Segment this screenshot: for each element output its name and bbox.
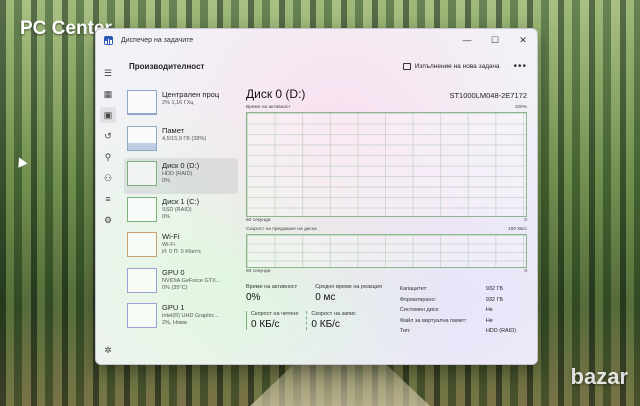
close-button[interactable]: ✕ xyxy=(509,29,537,51)
info-value: Не xyxy=(485,307,493,314)
info-key: Капацитет: xyxy=(399,286,428,293)
info-row: Системен диск: Не xyxy=(400,305,516,316)
run-task-icon xyxy=(402,62,411,70)
window-title: Диспечер на задачите xyxy=(121,36,194,44)
write-speed-box: Скорост на запис 0 КБ/с xyxy=(306,311,356,330)
sidebar-item-sub: Wi-Fi xyxy=(162,242,175,248)
cpu-thumbnail xyxy=(127,90,157,115)
sidebar-item-sub: 2% 1,16 ГХц xyxy=(162,100,194,106)
sidebar-item-sub: 4,5/15,9 ГБ (28%) xyxy=(162,135,207,142)
disk-title: Диск 0 (D:) xyxy=(246,87,306,101)
menu-icon[interactable]: ☰ xyxy=(100,65,116,81)
info-row: Капацитет: 932 ГБ xyxy=(400,284,516,295)
avg-response-stat-value: 0 мс xyxy=(315,292,336,303)
sidebar-item-gpu-0[interactable]: GPU 0 NVIDIA GeForce GTX... 0% (35°C) xyxy=(124,265,238,301)
run-task-label: Изпълнение на нова задача xyxy=(414,62,500,70)
read-speed-value: 0 КБ/с xyxy=(251,319,280,330)
task-manager-icon xyxy=(104,35,113,45)
more-options-button[interactable]: ••• xyxy=(513,61,527,72)
disk-detail-panel: Диск 0 (D:) ST1000LM048-2E7172 Време на … xyxy=(246,87,527,364)
info-value: 932 ГБ xyxy=(485,286,504,293)
sidebar-item-label: GPU 0 xyxy=(162,267,185,277)
wifi-thumbnail xyxy=(127,232,157,257)
disk-model: ST1000LM048-2E7172 xyxy=(449,91,527,100)
details-icon[interactable]: ≡ xyxy=(100,191,116,207)
run-new-task-button[interactable]: Изпълнение на нова задача xyxy=(402,62,500,70)
sidebar-item-label: Диск 1 (C:) xyxy=(162,196,200,206)
settings-icon[interactable]: ✲ xyxy=(100,342,116,358)
sidebar-item-sub: HDD (RAID) xyxy=(162,171,193,177)
maximize-button[interactable]: ☐ xyxy=(481,29,509,51)
gpu-1-thumbnail xyxy=(127,303,157,328)
sidebar-item-cpu[interactable]: Централен проц 2% 1,16 ГХц xyxy=(124,87,238,123)
startup-icon[interactable]: ⚲ xyxy=(100,149,116,165)
sidebar-item-label: Централен проц xyxy=(162,90,220,99)
sidebar-item-sub2: 0% (35°C) xyxy=(162,284,188,291)
active-time-stat-value: 0% xyxy=(246,292,261,303)
info-key: Тип: xyxy=(399,328,411,335)
sidebar-item-sub: SSD (RAID) xyxy=(162,206,192,213)
page-header: Производителност Изпълнение на нова зада… xyxy=(120,51,537,81)
sidebar-item-label: Диск 0 (D:) xyxy=(162,161,200,170)
info-value: Не xyxy=(485,317,493,324)
info-row: Файл за виртуална памет: Не xyxy=(400,316,516,327)
write-speed-value: 0 КБ/с xyxy=(311,319,340,330)
active-time-stat-label: Време на активност xyxy=(246,284,298,290)
minimize-button[interactable]: — xyxy=(453,29,481,51)
resource-list: Централен проц 2% 1,16 ГХц Памет 4,5/15,… xyxy=(124,87,238,336)
sidebar-item-sub2: 0% xyxy=(162,213,170,220)
users-icon[interactable]: ⚇ xyxy=(100,170,116,186)
info-key: Форматирано: xyxy=(399,296,437,303)
gpu-0-thumbnail xyxy=(127,267,157,293)
sidebar-item-memory[interactable]: Памет 4,5/15,9 ГБ (28%) xyxy=(124,123,238,159)
transfer-graph-max: 100 КБ/с xyxy=(507,227,527,232)
info-key: Системен диск: xyxy=(399,307,440,314)
sidebar-item-sub2: 2%, Няма xyxy=(162,320,187,326)
info-key: Файл за виртуална памет: xyxy=(399,317,467,324)
bazar-watermark: bazar xyxy=(570,364,628,389)
memory-thumbnail xyxy=(127,125,157,151)
avg-response-stat-label: Средно време на реакция xyxy=(315,284,382,290)
sidebar-item-sub2: 0% xyxy=(162,178,170,184)
page-title: Производителност xyxy=(129,61,205,71)
transfer-rate-graph xyxy=(246,234,527,268)
disk-info-table: Капацитет: 932 ГБ Форматирано: 932 ГБ Си… xyxy=(400,284,516,337)
sidebar-item-wifi[interactable]: Wi-Fi Wi-Fi И: 0 П: 0 Кбит/с xyxy=(124,229,238,265)
active-time-axis-seconds: 60 секунди xyxy=(246,218,271,223)
active-time-graph xyxy=(246,112,527,217)
services-icon[interactable]: ⚙ xyxy=(100,212,116,228)
disk-1-thumbnail xyxy=(127,196,157,222)
sidebar-item-sub: Intel(R) UHD Graphic... xyxy=(162,313,219,319)
info-row: Тип: HDD (RAID) xyxy=(400,326,516,337)
transfer-axis-zero: 0 xyxy=(524,269,527,274)
sidebar-item-label: Памет xyxy=(162,125,185,135)
write-speed-label: Скорост на запис xyxy=(311,311,356,317)
nav-rail: ☰ ▦ ▣ ↺ ⚲ ⚇ ≡ ⚙ ✲ xyxy=(96,51,120,364)
sidebar-item-sub2: И: 0 П: 0 Кбит/с xyxy=(162,249,202,255)
sidebar-item-label: GPU 1 xyxy=(162,303,185,312)
sidebar-item-label: Wi-Fi xyxy=(162,232,180,241)
read-speed-label: Скорост на четене xyxy=(251,311,299,317)
active-time-graph-label: Време на активност xyxy=(246,105,291,110)
transfer-axis-seconds: 60 секунди xyxy=(246,269,271,274)
sidebar-item-disk-1[interactable]: Диск 1 (C:) SSD (RAID) 0% xyxy=(124,194,238,230)
sidebar-item-disk-0[interactable]: Диск 0 (D:) HDD (RAID) 0% xyxy=(124,158,238,194)
sidebar-item-gpu-1[interactable]: GPU 1 Intel(R) UHD Graphic... 2%, Няма xyxy=(124,300,238,336)
sidebar-item-sub: NVIDIA GeForce GTX... xyxy=(162,277,221,284)
read-speed-box: Скорост на четене 0 КБ/с xyxy=(246,311,298,330)
active-time-axis-zero: 0 xyxy=(524,218,527,223)
history-icon[interactable]: ↺ xyxy=(100,128,116,144)
transfer-graph-label: Скорост на предаване на диска xyxy=(246,227,317,232)
active-time-graph-max: 100% xyxy=(514,105,527,110)
info-row: Форматирано: 932 ГБ xyxy=(400,295,516,306)
performance-icon[interactable]: ▣ xyxy=(100,107,116,123)
info-value: HDD (RAID) xyxy=(485,328,517,335)
title-bar[interactable]: Диспечер на задачите — ☐ ✕ xyxy=(96,29,537,51)
disk-0-thumbnail xyxy=(127,161,157,186)
processes-icon[interactable]: ▦ xyxy=(100,86,116,102)
info-value: 932 ГБ xyxy=(485,296,504,303)
task-manager-window: Диспечер на задачите — ☐ ✕ ☰ ▦ ▣ ↺ ⚲ ⚇ ≡… xyxy=(95,28,538,365)
